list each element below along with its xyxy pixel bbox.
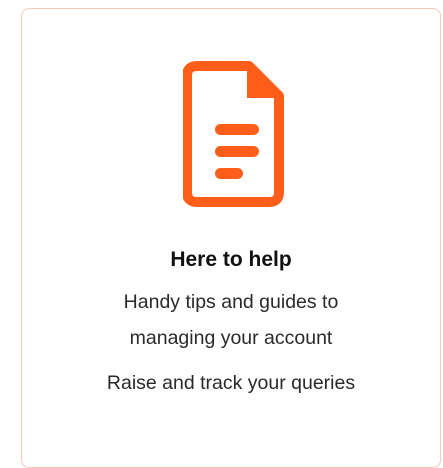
card-secondary-text: Raise and track your queries <box>106 372 356 394</box>
card-title: Here to help <box>170 248 292 271</box>
card-description-line-2: managing your account <box>129 327 333 349</box>
card-description-line-1: Handy tips and guides to <box>123 291 339 313</box>
document-icon <box>183 58 287 210</box>
help-card[interactable]: Here to help Handy tips and guides to ma… <box>21 8 441 468</box>
